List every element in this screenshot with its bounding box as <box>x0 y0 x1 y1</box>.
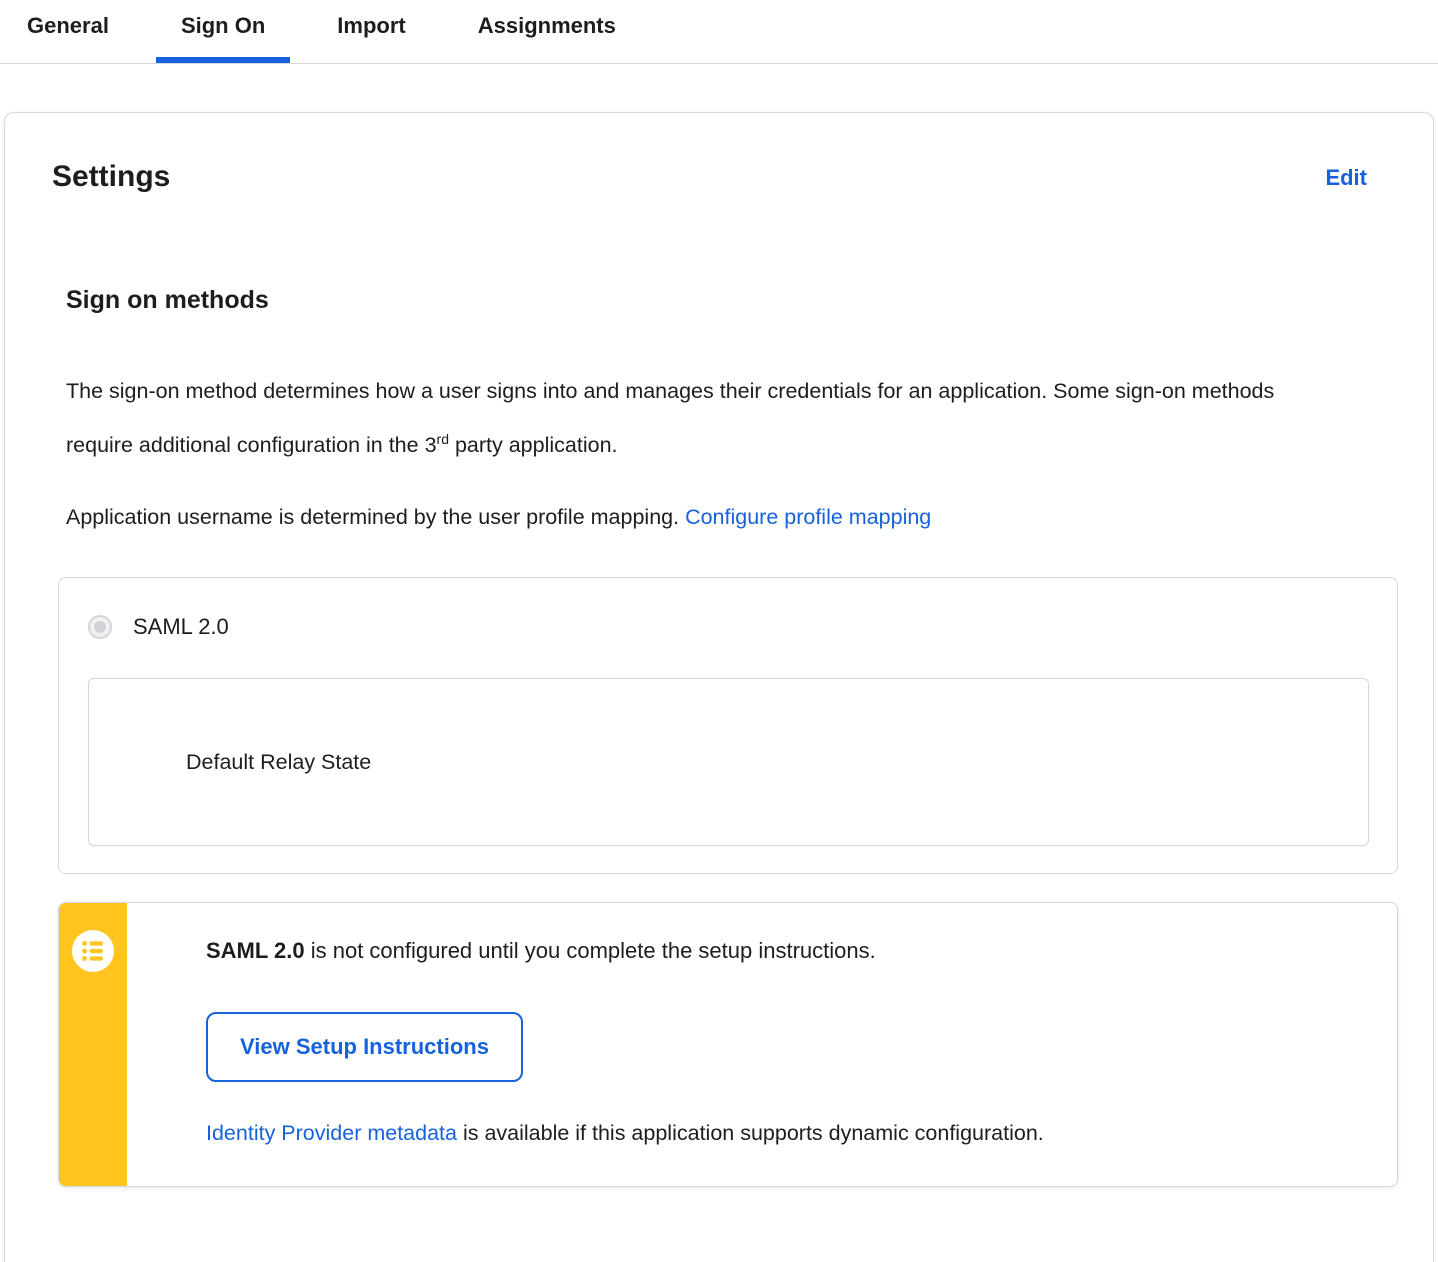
view-setup-instructions-button[interactable]: View Setup Instructions <box>206 1012 523 1083</box>
settings-card-header: Settings Edit <box>52 159 1393 195</box>
list-circle-icon <box>72 930 114 973</box>
edit-link[interactable]: Edit <box>1325 165 1367 191</box>
page-title: Settings <box>52 160 171 193</box>
setup-callout: SAML 2.0 is not configured until you com… <box>58 902 1398 1188</box>
default-relay-state-label: Default Relay State <box>186 749 372 774</box>
username-note-text: Application username is determined by th… <box>66 505 686 530</box>
saml-radio[interactable] <box>88 615 112 640</box>
description-text-tail: party application. <box>448 433 618 458</box>
callout-app-name: SAML 2.0 <box>206 938 305 964</box>
sign-on-methods-description: The sign-on method determines how a user… <box>66 367 1286 469</box>
callout-message: SAML 2.0 is not configured until you com… <box>206 936 1357 966</box>
metadata-line-rest: is available if this application support… <box>456 1121 1044 1146</box>
identity-provider-metadata-link[interactable]: Identity Provider metadata <box>206 1121 457 1145</box>
tab-general[interactable]: General <box>27 1 109 63</box>
saml-radio-row: SAML 2.0 <box>88 614 1369 640</box>
saml-radio-label: SAML 2.0 <box>133 614 229 640</box>
settings-card: Settings Edit Sign on methods The sign-o… <box>4 112 1434 1262</box>
sign-on-methods-section: Sign on methods The sign-on method deter… <box>52 285 1398 1188</box>
tab-sign-on[interactable]: Sign On <box>155 1 291 63</box>
sign-on-methods-heading: Sign on methods <box>66 286 269 314</box>
metadata-line: Identity Provider metadata is available … <box>206 1118 1357 1148</box>
callout-body: SAML 2.0 is not configured until you com… <box>127 903 1397 1186</box>
username-note: Application username is determined by th… <box>66 493 1286 541</box>
saml-method-box: SAML 2.0 Default Relay State <box>58 577 1398 875</box>
description-text: The sign-on method determines how a user… <box>66 379 1275 458</box>
tab-import[interactable]: Import <box>337 1 405 63</box>
tab-assignments[interactable]: Assignments <box>478 1 616 63</box>
description-superscript: rd <box>436 431 449 447</box>
app-tabbar: General Sign On Import Assignments <box>0 0 1438 64</box>
configure-profile-mapping-link[interactable]: Configure profile mapping <box>685 505 931 529</box>
callout-warning-stripe <box>59 903 127 1187</box>
default-relay-state-box: Default Relay State <box>88 678 1369 847</box>
callout-message-rest: is not configured until you complete the… <box>304 938 876 964</box>
